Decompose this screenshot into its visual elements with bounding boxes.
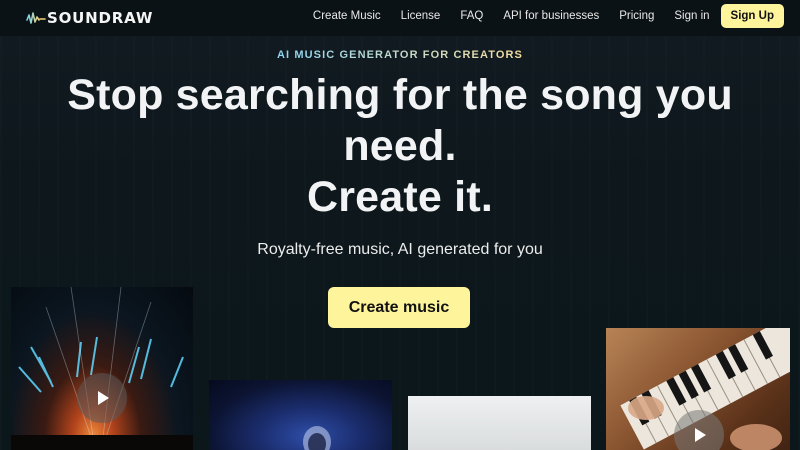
nav-license-link[interactable]: License — [401, 10, 441, 22]
play-icon — [695, 428, 706, 442]
hero-subtitle: Royalty-free music, AI generated for you — [257, 241, 543, 258]
brand-name: SOUNDRAW — [47, 9, 154, 27]
hero-eyebrow: AI MUSIC GENERATOR FOR CREATORS — [0, 49, 800, 61]
headline-line-3: Create it. — [306, 173, 493, 221]
logo[interactable]: SOUNDRAW — [26, 8, 153, 28]
nav-links: Create Music License FAQ API for busines… — [313, 0, 784, 32]
hero-headline: Stop searching for the song you need. Cr… — [40, 70, 760, 223]
concert-lights-art — [11, 287, 193, 450]
nav-pricing-link[interactable]: Pricing — [619, 10, 654, 22]
blue-scene-video-card[interactable] — [209, 380, 392, 450]
page: SOUNDRAW Create Music License FAQ API fo… — [0, 0, 800, 450]
headline-line-2: need. — [343, 122, 457, 170]
waveform-logo-icon — [26, 10, 46, 26]
concert-video-card[interactable] — [11, 287, 193, 450]
nav-sign-in-link[interactable]: Sign in — [674, 10, 709, 22]
blue-scene-art — [303, 426, 331, 450]
headline-line-1: Stop searching for the song you — [67, 71, 733, 119]
nav-api-link[interactable]: API for businesses — [503, 10, 599, 22]
nav-create-music-link[interactable]: Create Music — [313, 10, 381, 22]
play-icon — [98, 391, 109, 405]
create-music-button[interactable]: Create music — [328, 287, 470, 328]
sign-up-button[interactable]: Sign Up — [720, 4, 784, 28]
light-scene-video-card[interactable] — [408, 396, 591, 450]
nav-faq-link[interactable]: FAQ — [460, 10, 483, 22]
top-navbar: SOUNDRAW Create Music License FAQ API fo… — [0, 0, 800, 37]
piano-video-card[interactable] — [606, 328, 790, 450]
play-button[interactable] — [77, 373, 127, 423]
